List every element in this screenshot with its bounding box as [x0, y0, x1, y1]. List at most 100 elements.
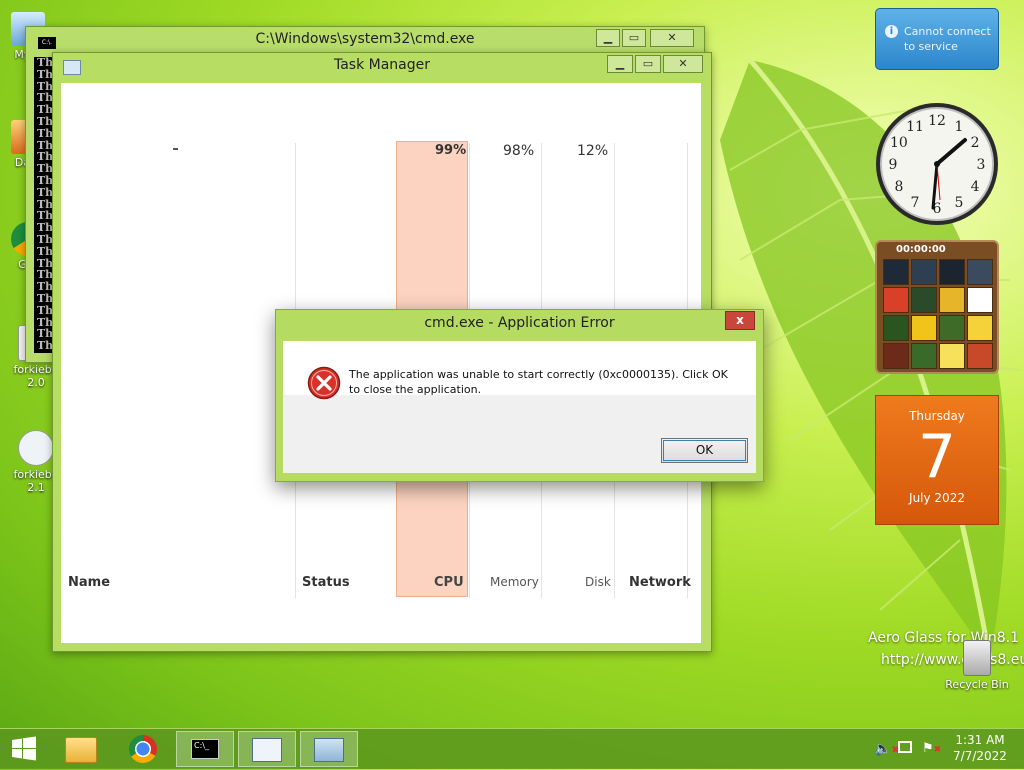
cmd-icon: C:\_ — [191, 739, 219, 759]
console-line: Th — [37, 114, 54, 128]
dialog-content: The application was unable to start corr… — [283, 341, 756, 473]
column-header-cpu[interactable]: CPU — [434, 575, 464, 590]
action-center-flag-icon[interactable]: ⚑✖ — [922, 741, 941, 756]
calendar-day: Thursday — [909, 409, 965, 423]
puzzle-tile[interactable] — [911, 343, 937, 369]
gear-icon — [18, 430, 54, 466]
clock-number: 1 — [955, 119, 964, 135]
taskbar-task-manager[interactable] — [238, 731, 296, 767]
clock-number: 8 — [894, 179, 903, 195]
calendar-date: 7 — [917, 422, 957, 492]
chrome-icon — [129, 735, 157, 763]
puzzle-tile[interactable] — [883, 315, 909, 341]
toast-text: Cannot connect to service — [904, 25, 991, 53]
cmd-app-icon: C:\. — [38, 37, 56, 49]
taskbar-clock[interactable]: 1:31 AM 7/7/2022 — [945, 732, 1015, 764]
clock-number: 2 — [971, 135, 980, 151]
column-header-name[interactable]: Name — [68, 575, 110, 590]
minimize-button[interactable]: ▁ — [607, 55, 633, 73]
picture-puzzle-gadget[interactable]: 00:00:00 — [875, 240, 999, 374]
console-line: Th — [37, 303, 54, 317]
taskbar-file-explorer[interactable] — [52, 731, 110, 767]
recycle-bin-graphic — [963, 640, 991, 676]
network-icon[interactable] — [898, 741, 912, 753]
puzzle-tile[interactable] — [911, 287, 937, 313]
maximize-button[interactable]: ▭ — [635, 55, 661, 73]
puzzle-tile[interactable] — [883, 259, 909, 285]
close-button[interactable]: x — [725, 311, 755, 330]
info-icon: i — [885, 25, 898, 38]
maximize-button[interactable]: ▭ — [622, 29, 646, 47]
clock-number: 9 — [889, 157, 898, 173]
close-button[interactable]: ✕ — [650, 29, 694, 47]
column-header-network[interactable]: Network — [629, 575, 691, 590]
console-line: Th — [37, 185, 54, 199]
minimize-button[interactable]: ▁ — [596, 29, 620, 47]
clock-number: 3 — [977, 157, 986, 173]
console-line: Th — [37, 232, 54, 246]
memory-usage: 98% — [503, 143, 535, 159]
clock-number: 11 — [906, 119, 924, 135]
clock-number: 4 — [971, 179, 980, 195]
dialog-title: cmd.exe - Application Error — [424, 315, 615, 331]
console-line: Th — [37, 339, 54, 353]
error-icon — [307, 366, 341, 400]
ok-button[interactable]: OK — [661, 438, 748, 463]
console-line: Th — [37, 244, 54, 258]
application-error-dialog[interactable]: cmd.exe - Application Error x The applic… — [275, 309, 764, 482]
puzzle-tile[interactable] — [967, 259, 993, 285]
taskbar-time: 1:31 AM — [955, 733, 1005, 747]
taskbar-chrome[interactable] — [114, 731, 172, 767]
puzzle-grid[interactable] — [883, 259, 993, 369]
clock-number: 7 — [911, 195, 920, 211]
timer-text: 00:00:00 — [896, 244, 946, 255]
puzzle-tile[interactable] — [883, 343, 909, 369]
puzzle-tile[interactable] — [967, 287, 993, 313]
console-line: Th — [37, 126, 54, 140]
puzzle-tile[interactable] — [911, 259, 937, 285]
recycle-bin-label: Recycle Bin — [945, 678, 1009, 691]
clock-number: 10 — [890, 135, 908, 151]
puzzle-tile[interactable] — [939, 287, 965, 313]
folder-icon — [65, 737, 97, 763]
recycle-bin-icon[interactable]: Recycle Bin — [940, 640, 1014, 691]
close-button[interactable]: ✕ — [663, 55, 703, 73]
cmd-icon-text: C:\. — [41, 39, 53, 46]
clock-number: 5 — [955, 195, 964, 211]
puzzle-tile[interactable] — [939, 259, 965, 285]
task-manager-icon — [63, 60, 81, 75]
analog-clock-gadget[interactable]: 12 1234567891011 — [873, 100, 1001, 228]
task-manager-title: Task Manager — [333, 57, 431, 73]
column-header-memory[interactable]: Memory — [490, 575, 539, 589]
taskbar-resource-monitor[interactable] — [300, 731, 358, 767]
monitor-chart-icon — [314, 738, 344, 762]
puzzle-tile[interactable] — [911, 315, 937, 341]
cursor-mark — [173, 148, 178, 150]
taskbar: C:\_ 🔈✖ ⚑✖ — [0, 728, 1024, 769]
cmd-console[interactable]: Th Th Th Th Th Th Th Th Th Th Th Th Th Th Th Th Th Th Th Th… — [34, 57, 54, 353]
puzzle-tile[interactable] — [883, 287, 909, 313]
clock-number: 12 — [928, 113, 946, 129]
taskbar-cmd[interactable]: C:\_ — [176, 731, 234, 767]
speaker-muted-icon[interactable]: 🔈✖ — [874, 741, 900, 757]
column-header-status[interactable]: Status — [302, 575, 350, 590]
calendar-month: July 2022 — [909, 491, 965, 505]
calendar-gadget[interactable]: Thursday 7 July 2022 — [875, 395, 999, 525]
console-line: Th — [37, 67, 54, 81]
puzzle-tile[interactable] — [967, 315, 993, 341]
connection-toast-gadget[interactable]: i Cannot connect to service — [875, 8, 999, 70]
puzzle-tile[interactable] — [967, 343, 993, 369]
puzzle-tile[interactable] — [939, 343, 965, 369]
console-line: Th — [37, 173, 54, 187]
taskbar-date: 7/7/2022 — [953, 749, 1007, 763]
error-message: The application was unable to start corr… — [349, 368, 728, 396]
puzzle-tile[interactable] — [939, 315, 965, 341]
puzzle-timer: 00:00:00 — [880, 244, 946, 255]
console-line: Th — [37, 291, 54, 305]
cmd-title: C:\Windows\system32\cmd.exe — [255, 31, 475, 47]
start-button[interactable] — [0, 731, 48, 767]
disk-usage: 12% — [577, 143, 609, 159]
cpu-usage: 99% — [435, 143, 467, 158]
column-header-disk[interactable]: Disk — [585, 575, 611, 589]
windows-logo-icon — [12, 736, 36, 761]
